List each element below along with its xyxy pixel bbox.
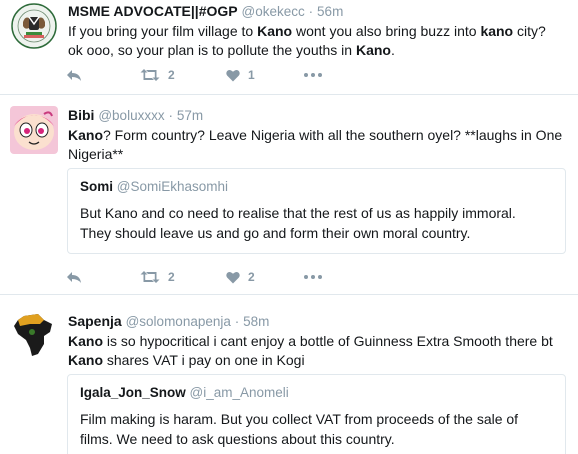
- quoted-tweet[interactable]: Igala_Jon_Snow @i_am_Anomeli Film making…: [67, 374, 566, 454]
- text-segment: ok ooo, so your plan is to pollute the y…: [68, 42, 356, 58]
- tweet[interactable]: MSME ADVOCATE||#OGP @okekecc · 56m If yo…: [0, 0, 578, 95]
- author-handle[interactable]: @solomonapenja: [126, 314, 231, 329]
- more-button[interactable]: [304, 73, 322, 77]
- keyword: Kano: [68, 352, 103, 368]
- quote-author-handle: @SomiEkhasomhi: [116, 179, 229, 194]
- separator: ·: [234, 314, 240, 329]
- coat-of-arms-avatar-icon: [10, 2, 58, 50]
- africa-map-avatar-icon: [10, 312, 58, 360]
- quote-text: Film making is haram. But you collect VA…: [80, 409, 553, 449]
- quote-header: Somi @SomiEkhasomhi: [80, 178, 553, 196]
- text-segment: If you bring your film village to: [68, 23, 258, 39]
- quote-text: But Kano and co need to realise that the…: [80, 203, 553, 243]
- text-segment: wont you also bring buzz into: [292, 23, 481, 39]
- tweet-header: Bibi @boluxxxx · 57m: [68, 106, 570, 125]
- text-segment: is so hypocritical i cant enjoy a bottle…: [103, 333, 553, 349]
- quote-author-name: Somi: [80, 179, 114, 194]
- avatar[interactable]: [10, 106, 58, 154]
- tweet-header: Sapenja @solomonapenja · 58m: [68, 312, 570, 331]
- more-icon: [304, 73, 322, 77]
- heart-icon: [226, 271, 240, 283]
- text-segment: shares VAT i pay on one in Kogi: [103, 352, 305, 368]
- like-button[interactable]: 2: [226, 270, 276, 284]
- reply-icon: [67, 70, 81, 81]
- retweet-icon: [140, 69, 160, 81]
- author-handle[interactable]: @boluxxxx: [98, 108, 164, 123]
- retweet-count: 2: [168, 270, 175, 284]
- timeline: MSME ADVOCATE||#OGP @okekecc · 56m If yo…: [0, 0, 578, 454]
- quote-author-name: Igala_Jon_Snow: [80, 385, 186, 400]
- tweet-header: MSME ADVOCATE||#OGP @okekecc · 56m: [68, 2, 570, 21]
- text-segment: films. We need to ask questions about th…: [80, 431, 395, 447]
- keyword: Kano: [68, 333, 103, 349]
- reply-button[interactable]: [66, 68, 82, 82]
- text-segment: ? Form country? Leave Nigeria with all t…: [103, 127, 563, 143]
- cartoon-avatar-icon: [10, 106, 58, 154]
- keyword: Kano: [355, 42, 391, 58]
- retweet-button[interactable]: 2: [140, 68, 200, 82]
- keyword: Kano: [68, 127, 103, 143]
- reply-button[interactable]: [66, 270, 82, 284]
- text-segment: .: [390, 42, 395, 58]
- tweet-text: Kano? Form country? Leave Nigeria with a…: [68, 126, 570, 164]
- tweet-text: If you bring your film village to Kano w…: [68, 22, 570, 60]
- timestamp[interactable]: 57m: [177, 108, 203, 123]
- retweet-count: 2: [168, 68, 175, 82]
- separator: ·: [308, 4, 314, 19]
- retweet-button[interactable]: 2: [140, 270, 200, 284]
- quote-author-handle: @i_am_Anomeli: [189, 385, 289, 400]
- heart-icon: [226, 69, 240, 81]
- author-name[interactable]: MSME ADVOCATE||#OGP: [68, 3, 238, 19]
- like-button[interactable]: 1: [226, 68, 276, 82]
- like-count: 1: [248, 68, 255, 82]
- more-button[interactable]: [304, 275, 322, 279]
- text-segment: But Kano and co need to realise that the…: [80, 205, 516, 221]
- more-icon: [304, 275, 322, 279]
- author-name[interactable]: Sapenja: [68, 313, 122, 329]
- retweet-icon: [140, 271, 160, 283]
- reply-icon: [67, 272, 81, 283]
- separator: ·: [168, 108, 173, 123]
- keyword: Kano: [257, 23, 293, 39]
- quote-header: Igala_Jon_Snow @i_am_Anomeli: [80, 384, 553, 402]
- tweet[interactable]: Sapenja @solomonapenja · 58m Kano is so …: [0, 296, 578, 454]
- author-handle[interactable]: @okekecc: [242, 4, 305, 19]
- tweet-text: Kano is so hypocritical i cant enjoy a b…: [68, 332, 570, 370]
- author-name[interactable]: Bibi: [68, 107, 94, 123]
- text-segment: city?: [513, 23, 546, 39]
- text-segment: Nigeria**: [68, 146, 124, 162]
- keyword: kano: [480, 23, 514, 39]
- timestamp[interactable]: 56m: [317, 4, 343, 19]
- avatar[interactable]: [10, 2, 58, 50]
- text-segment: They should leave us and go and form the…: [80, 225, 471, 241]
- tweet[interactable]: Bibi @boluxxxx · 57m Kano? Form country?…: [0, 96, 578, 295]
- timestamp[interactable]: 58m: [243, 314, 269, 329]
- quoted-tweet[interactable]: Somi @SomiEkhasomhi But Kano and co need…: [67, 168, 566, 254]
- avatar[interactable]: [10, 312, 58, 360]
- text-segment: Film making is haram. But you collect VA…: [80, 411, 519, 427]
- like-count: 2: [248, 270, 255, 284]
